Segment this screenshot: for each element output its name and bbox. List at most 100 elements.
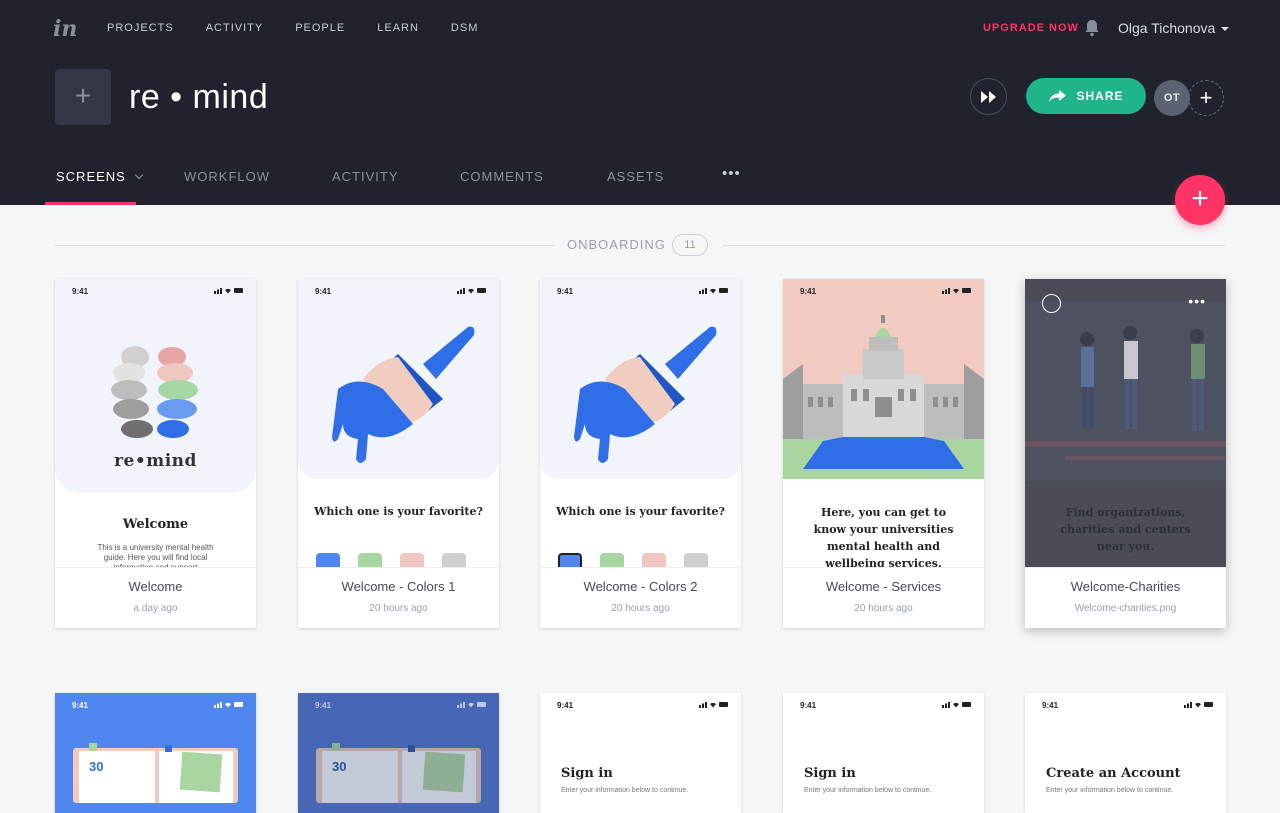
tab-workflow[interactable]: WORKFLOW [184,169,270,184]
screen-heading: Which one is your favorite? [314,505,483,518]
nav-dsm[interactable]: DSM [451,22,478,34]
calendar-day: 30 [332,759,347,774]
section-divider [722,245,1225,246]
screen-name[interactable]: Welcome - Colors 2 [540,579,741,594]
screen-heading: Sign in [804,766,856,781]
screen-card[interactable]: 9:41 Which one is your favorite? Welcome… [540,279,741,628]
screen-thumbnail: 9:41 re•mind Welcome This is a universit… [55,279,256,567]
upgrade-link[interactable]: UPGRADE NOW [983,22,1079,34]
status-icons [214,288,243,294]
card-footer: Welcome - Colors 2 20 hours ago [540,567,741,628]
swatch-blue-selected [558,553,582,567]
section-count-badge: 11 [672,234,708,256]
tab-activity[interactable]: ACTIVITY [332,169,399,184]
screen-thumbnail: 9:41 Which one is your favorite? [298,279,499,567]
share-arrow-icon [1049,90,1067,102]
project-thumbnail[interactable]: + [55,69,111,125]
card-footer: Welcome - Colors 1 20 hours ago [298,567,499,628]
tab-more[interactable]: ••• [722,165,741,182]
screen-name[interactable]: Welcome [55,579,256,594]
screen-body-text: This is a university mental health guide… [97,543,214,567]
status-icons [457,288,486,294]
calendar-day: 30 [89,759,104,774]
nav-learn[interactable]: LEARN [377,22,419,34]
screen-heading: Find organizations, charities and center… [1060,506,1191,553]
university-illustration [783,279,984,479]
status-time: 9:41 [72,287,89,296]
tab-screens[interactable]: SCREENS [56,169,144,184]
screen-subtext: Enter your information below to continue… [804,787,932,794]
project-title: re • mind [129,78,269,116]
chevron-down-icon [1221,27,1230,32]
screen-name[interactable]: Welcome - Services [783,579,984,594]
share-button[interactable]: SHARE [1026,78,1146,114]
add-member-button[interactable]: + [1188,80,1224,116]
screen-thumbnail: 9:41 Here, you can get to know your univ… [783,279,984,567]
status-icons [699,288,728,294]
status-icons [1184,702,1213,708]
screen-card[interactable]: 9:41 30 [298,693,499,813]
screen-card[interactable]: ••• Find organizations, charities and ce… [1025,279,1226,628]
screen-heading: Here, you can get to know your universit… [813,506,954,567]
tab-comments[interactable]: COMMENTS [460,169,544,184]
user-menu[interactable]: Olga Tichonova [1118,20,1230,36]
status-time: 9:41 [557,287,574,296]
project-tabs: SCREENS WORKFLOW ACTIVITY COMMENTS ASSET… [0,160,1280,205]
nav-people[interactable]: PEOPLE [295,22,345,34]
screen-card[interactable]: 9:41 Sign in Enter your information belo… [783,693,984,813]
user-name: Olga Tichonova [1118,20,1216,36]
screen-filename: Welcome-charities.png [1074,603,1177,614]
share-label: SHARE [1076,89,1124,103]
avatar[interactable]: OT [1154,80,1190,116]
select-checkbox[interactable] [1042,294,1061,313]
screen-card[interactable]: 9:41 Here, you can get to know your univ… [783,279,984,628]
swatch-pink [400,553,424,567]
status-icons [457,702,486,708]
more-options-icon[interactable]: ••• [1188,293,1206,309]
app-logo-text: re•mind [114,451,197,471]
screen-name[interactable]: Welcome-Charities [1025,579,1226,594]
screen-card[interactable]: 9:41 Create an Account Enter your inform… [1025,693,1226,813]
add-screen-button[interactable]: + [1175,175,1225,225]
swatch-green [600,553,624,567]
bell-icon[interactable] [1084,19,1100,37]
screen-thumbnail: 9:41 Which one is your favorite? [540,279,741,567]
invision-logo[interactable]: in [53,16,77,42]
status-time: 9:41 [557,701,574,710]
status-icons [942,288,971,294]
nav-projects[interactable]: PROJECTS [107,22,174,34]
color-swatches [558,553,708,567]
screen-date: 20 hours ago [611,603,670,614]
color-swatches [316,553,466,567]
card-footer: Welcome - Services 20 hours ago [783,567,984,628]
brain-illustration [111,346,198,438]
swatch-green [358,553,382,567]
status-icons [214,702,243,708]
present-button[interactable] [970,78,1007,115]
nav-activity[interactable]: ACTIVITY [206,22,264,34]
tab-assets[interactable]: ASSETS [607,169,664,184]
screen-heading: Sign in [561,766,613,781]
card-footer: Welcome a day ago [55,567,256,628]
screen-card[interactable]: 9:41 Sign in Enter your information belo… [540,693,741,813]
screen-date: 20 hours ago [854,603,913,614]
section-divider [55,245,555,246]
status-time: 9:41 [315,701,332,710]
paintbrush-illustration [574,326,717,463]
screen-card[interactable]: 9:41 30 [55,693,256,813]
status-icons [699,702,728,708]
section-title[interactable]: ONBOARDING [567,237,666,252]
status-time: 9:41 [315,287,332,296]
status-icons [942,702,971,708]
main-nav: PROJECTS ACTIVITY PEOPLE LEARN DSM [107,22,510,34]
people-illustration [1025,301,1226,481]
screen-card[interactable]: 9:41 re•mind Welcome This is a universit… [55,279,256,628]
status-time: 9:41 [1042,701,1059,710]
card-footer: Welcome-Charities Welcome-charities.png [1025,567,1226,628]
screen-heading: Which one is your favorite? [556,505,725,518]
swatch-blue [316,553,340,567]
status-time: 9:41 [72,701,89,710]
screen-subtext: Enter your information below to continue… [1046,787,1174,794]
screen-name[interactable]: Welcome - Colors 1 [298,579,499,594]
screen-card[interactable]: 9:41 Which one is your favorite? Welcome… [298,279,499,628]
